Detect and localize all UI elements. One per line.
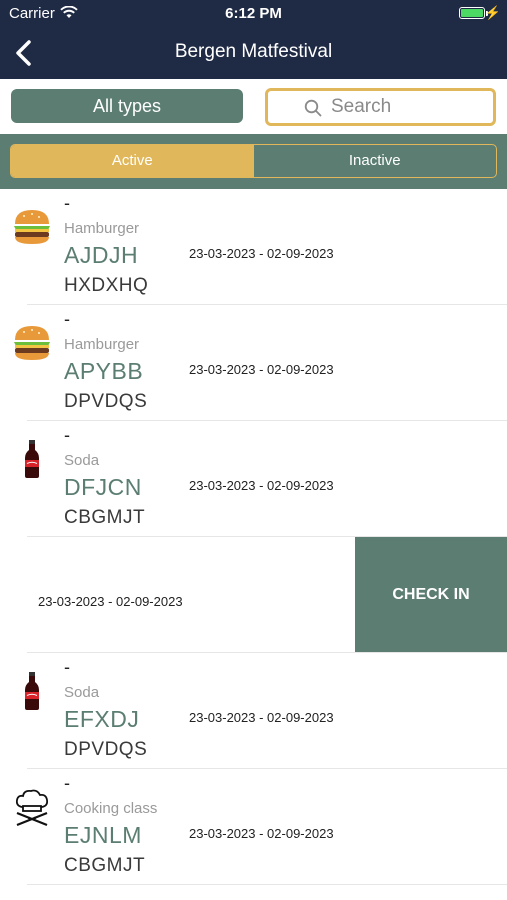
status-segment-bar: Active Inactive — [0, 134, 507, 189]
item-date-range: 23-03-2023 - 02-09-2023 — [189, 826, 334, 841]
item-type: Soda — [64, 684, 100, 701]
swiped-list-item[interactable]: 23-03-2023 - 02-09-2023 CHECK IN — [0, 537, 507, 653]
list-item[interactable]: - Cooking class EJNLM CBGMJT 23-03-2023 … — [0, 769, 507, 885]
type-filter-button[interactable]: All types — [11, 89, 243, 123]
item-date-range: 23-03-2023 - 02-09-2023 — [38, 594, 183, 609]
charging-icon: ⚡ — [484, 5, 501, 20]
search-icon — [304, 99, 322, 117]
item-dash: - — [64, 425, 70, 445]
list-item[interactable]: - Soda EFXDJ DPVDQS 23-03-2023 - 02-09-2… — [0, 653, 507, 769]
list-item[interactable]: - Hamburger APYBB DPVDQS 23-03-2023 - 02… — [0, 305, 507, 421]
item-code: AJDJH — [64, 242, 139, 268]
soda-bottle-icon — [25, 672, 39, 710]
item-date-range: 23-03-2023 - 02-09-2023 — [189, 246, 334, 261]
item-subcode: HXDXHQ — [64, 275, 149, 296]
item-date-range: 23-03-2023 - 02-09-2023 — [189, 478, 334, 493]
search-input[interactable]: Search — [265, 88, 496, 126]
item-type: Soda — [64, 452, 100, 469]
item-code: EFXDJ — [64, 706, 140, 732]
list-item[interactable]: - Hamburger AJDJH HXDXHQ 23-03-2023 - 02… — [0, 189, 507, 305]
divider — [27, 884, 507, 885]
segment-active[interactable]: Active — [11, 145, 254, 177]
item-code: EJNLM — [64, 822, 142, 848]
item-dash: - — [64, 193, 70, 213]
item-dash: - — [64, 773, 70, 793]
item-type: Cooking class — [64, 800, 158, 817]
filter-row: All types Search — [0, 79, 507, 134]
battery-icon — [459, 7, 485, 19]
item-type: Hamburger — [64, 336, 140, 353]
hamburger-icon — [14, 210, 50, 244]
item-code: APYBB — [64, 358, 144, 384]
item-date-range: 23-03-2023 - 02-09-2023 — [189, 362, 334, 377]
item-subcode: DPVDQS — [64, 391, 148, 412]
segment-inactive[interactable]: Inactive — [254, 145, 497, 177]
status-bar: Carrier 6:12 PM ⚡ — [0, 0, 507, 26]
item-date-range: 23-03-2023 - 02-09-2023 — [189, 710, 334, 725]
page-title: Bergen Matfestival — [174, 41, 333, 62]
item-subcode: CBGMJT — [64, 855, 146, 876]
hamburger-icon — [14, 326, 50, 360]
clock-time: 6:12 PM — [225, 5, 282, 22]
soda-bottle-icon — [25, 440, 39, 478]
item-code: DFJCN — [64, 474, 142, 500]
item-subcode: DPVDQS — [64, 739, 148, 760]
item-type: Hamburger — [64, 220, 140, 237]
navigation-bar: Bergen Matfestival — [0, 26, 507, 79]
item-dash: - — [64, 657, 70, 677]
segmented-control: Active Inactive — [10, 144, 497, 178]
item-dash: - — [64, 309, 70, 329]
search-placeholder: Search — [331, 96, 392, 117]
list-item[interactable]: - Soda DFJCN CBGMJT 23-03-2023 - 02-09-2… — [0, 421, 507, 537]
item-subcode: CBGMJT — [64, 507, 146, 528]
chef-hat-icon — [15, 789, 49, 827]
check-in-button[interactable]: CHECK IN — [355, 537, 507, 653]
